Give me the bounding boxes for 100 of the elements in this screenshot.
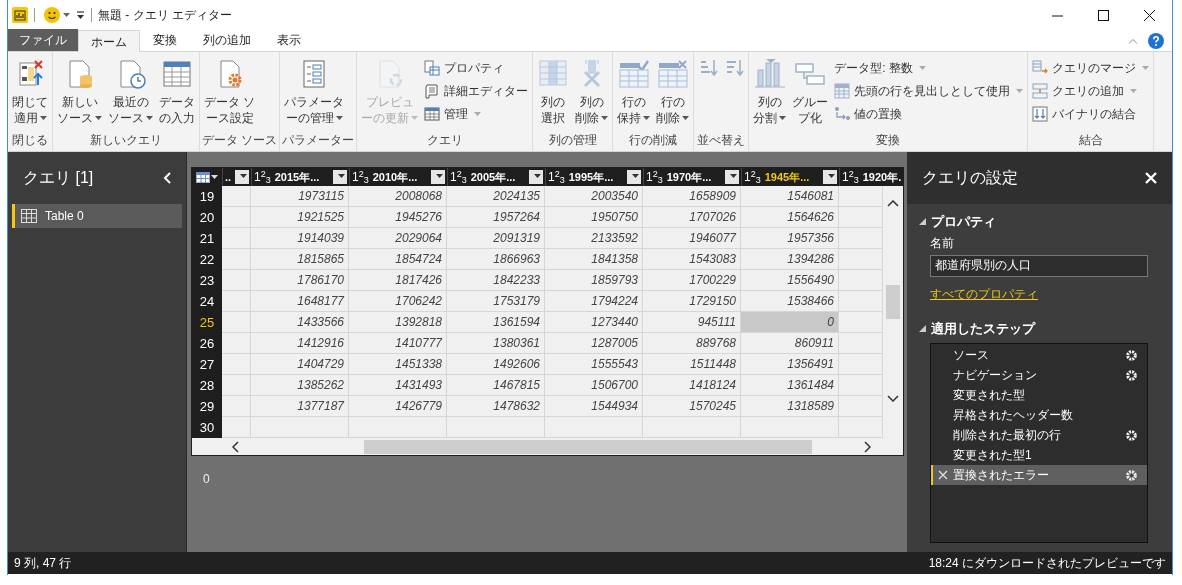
ribbon-tab[interactable]: ホーム	[78, 30, 140, 52]
empty-cell	[839, 291, 883, 312]
ribbon-button[interactable]: プロパティ	[424, 58, 529, 77]
gear-icon[interactable]	[1126, 349, 1137, 361]
scrollbar-thumb[interactable]	[364, 439, 812, 454]
ribbon-tab[interactable]: 列の追加	[190, 29, 264, 51]
replace-icon	[834, 105, 851, 122]
close-icon[interactable]	[1145, 172, 1157, 184]
header-row-icon	[834, 82, 851, 99]
collapse-icon[interactable]	[163, 172, 171, 184]
column-header[interactable]: 1945年...	[764, 168, 819, 186]
column-header[interactable]: 2015年...	[274, 168, 329, 186]
ribbon-button[interactable]: 閉じて適用	[10, 58, 50, 126]
table-cell: 1700229	[643, 270, 741, 291]
ribbon-button[interactable]: データ ソース設定	[202, 58, 258, 126]
column-header[interactable]: 1970年...	[666, 168, 721, 186]
column-header[interactable]: 2005年...	[470, 168, 525, 186]
step-item[interactable]: ソース	[931, 345, 1147, 365]
empty-cell	[839, 207, 883, 228]
column-header[interactable]: 2010年...	[372, 168, 427, 186]
expanded-icon[interactable]	[919, 324, 926, 332]
ribbon-button[interactable]: 最近のソース	[106, 58, 155, 126]
table-cell: 1467815	[447, 375, 545, 396]
name-field[interactable]: 都道府県別の人口	[930, 254, 1148, 277]
empty-cell	[839, 186, 883, 207]
delete-step-icon[interactable]	[938, 470, 948, 480]
table-cell: 1921525	[251, 207, 349, 228]
ribbon-button[interactable]: 列の削除	[573, 58, 611, 126]
scroll-up-icon[interactable]	[887, 200, 899, 207]
ribbon-button[interactable]: 列の選択	[535, 58, 572, 126]
caret-icon	[63, 13, 70, 17]
filter-button[interactable]	[235, 170, 250, 184]
filter-button[interactable]	[333, 170, 347, 184]
step-item[interactable]: 昇格されたヘッダー数	[931, 405, 1147, 425]
ribbon-button[interactable]: 列の分割	[751, 58, 789, 126]
ribbon-button[interactable]: 管理	[424, 104, 529, 123]
smiley-icon[interactable]	[43, 6, 61, 24]
column-header[interactable]: 1920年.	[862, 168, 902, 186]
column-header[interactable]: ..	[225, 168, 232, 186]
ribbon-button[interactable]: パラメーターの管理	[282, 58, 347, 126]
table-menu-button[interactable]	[196, 171, 218, 183]
scroll-down-icon[interactable]	[887, 395, 899, 402]
scroll-left-icon[interactable]	[232, 440, 239, 453]
group-label: データ ソース	[202, 132, 278, 149]
filter-button[interactable]	[823, 170, 837, 184]
table-cell: 1404729	[251, 354, 349, 375]
ribbon-button[interactable]: データの入力	[157, 58, 197, 126]
table-cell: 1859793	[545, 270, 643, 291]
caret-icon	[435, 174, 443, 178]
gear-icon[interactable]	[1126, 429, 1137, 441]
table-cell: 1506700	[545, 375, 643, 396]
ribbon-button[interactable]: 行の保持	[615, 58, 653, 126]
gear-icon[interactable]	[1126, 369, 1137, 381]
table-cell: 1658909	[643, 186, 741, 207]
table-cell: 860911	[741, 333, 839, 354]
gear-icon[interactable]	[1126, 469, 1137, 481]
ribbon-button[interactable]: データ型: 整数	[834, 58, 1024, 77]
step-item[interactable]: ナビゲーション	[931, 365, 1147, 385]
table-cell: 1556490	[741, 270, 839, 291]
ribbon-button[interactable]: クエリのマージ	[1032, 58, 1150, 77]
filter-button[interactable]	[725, 170, 739, 184]
scroll-right-icon[interactable]	[864, 440, 871, 453]
query-item[interactable]: Table 0	[12, 204, 182, 228]
scrollbar-thumb[interactable]	[886, 285, 900, 319]
table-cell: 1361594	[447, 312, 545, 333]
ribbon-button[interactable]: グループ化	[790, 58, 831, 126]
ribbon-tab[interactable]: 変換	[140, 29, 190, 51]
ribbon-button[interactable]: 値の置換	[834, 104, 1024, 123]
ribbon-button[interactable]: クエリの追加	[1032, 81, 1150, 100]
table-cell: 2024135	[447, 186, 545, 207]
table-cell: 1318589	[741, 396, 839, 417]
file-menu-tab[interactable]: ファイル	[8, 29, 78, 51]
ribbon-button[interactable]: 新しいソース	[55, 58, 104, 126]
group-label: 結合	[1077, 132, 1104, 149]
customize-toolbar-icon[interactable]	[76, 11, 85, 19]
ribbon-button[interactable]: 詳細エディター	[424, 81, 529, 100]
ribbon-tab[interactable]: 表示	[264, 29, 314, 51]
expanded-icon[interactable]	[919, 218, 926, 226]
table-cell: 1478632	[447, 396, 545, 417]
row-number: 20	[192, 207, 222, 228]
step-item[interactable]: 変更された型1	[931, 445, 1147, 465]
window-title: 無題 - クエリ エディター	[98, 7, 232, 24]
step-item[interactable]: 変更された型	[931, 385, 1147, 405]
filter-button[interactable]	[529, 170, 543, 184]
status-text: 9 列, 47 行	[14, 555, 72, 572]
step-item[interactable]: 削除された最初の行	[931, 425, 1147, 445]
column-header[interactable]: 1995年...	[568, 168, 623, 186]
empty-cell	[839, 375, 883, 396]
all-properties-link[interactable]: すべてのプロパティ	[930, 284, 1038, 303]
table-cell: 1433566	[251, 312, 349, 333]
ribbon-button[interactable]: バイナリの結合	[1032, 104, 1150, 123]
filter-button[interactable]	[627, 170, 641, 184]
table-cell: 0	[741, 312, 839, 333]
section-heading: 適用したステップ	[931, 319, 1035, 338]
panel-title: クエリの設定	[922, 168, 1018, 188]
ribbon-button[interactable]: 行の削除	[654, 58, 692, 126]
help-icon[interactable]	[1148, 32, 1164, 49]
ribbon-button[interactable]: 先頭の行を見出しとして使用	[834, 81, 1024, 100]
step-item[interactable]: 置換されたエラー	[931, 465, 1147, 485]
filter-button[interactable]	[431, 170, 445, 184]
